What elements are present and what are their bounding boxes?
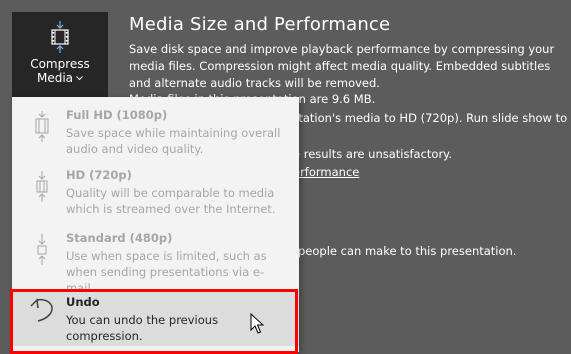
- menu-item-hd[interactable]: HD (720p) Quality will be comparable to …: [12, 167, 299, 223]
- menu-item-title: HD (720p): [66, 168, 132, 182]
- menu-item-full-hd[interactable]: Full HD (1080p) Save space while maintai…: [12, 107, 299, 163]
- menu-item-title: Standard (480p): [66, 231, 173, 245]
- unsatisfactory-line: e results are unsatisfactory.: [293, 147, 452, 161]
- optimize-line: entation's media to HD (720p). Run slide…: [284, 111, 568, 125]
- film-compress-icon: [36, 171, 48, 202]
- compress-label: Compress: [30, 57, 90, 71]
- performance-link[interactable]: erformance: [293, 165, 359, 179]
- media-label: Media: [36, 71, 74, 85]
- menu-item-standard[interactable]: Standard (480p) Use when space is limite…: [12, 230, 299, 295]
- film-compress-icon: [35, 111, 49, 142]
- compress-media-button[interactable]: Compress Media: [12, 12, 108, 97]
- film-compress-icon: [51, 21, 69, 53]
- film-compress-icon: [37, 234, 47, 265]
- menu-item-title: Full HD (1080p): [66, 108, 168, 122]
- chevron-down-icon: [76, 75, 83, 80]
- changes-line: people can make to this presentation.: [298, 244, 517, 258]
- section-title: Media Size and Performance: [129, 14, 391, 35]
- menu-item-description: Quality will be comparable to media whic…: [66, 186, 276, 216]
- section-description: Save disk space and improve playback per…: [129, 42, 555, 90]
- mouse-cursor-icon: [250, 313, 264, 334]
- menu-item-description: Save space while maintaining overall aud…: [66, 126, 281, 156]
- compress-label-line2: Media: [37, 71, 83, 85]
